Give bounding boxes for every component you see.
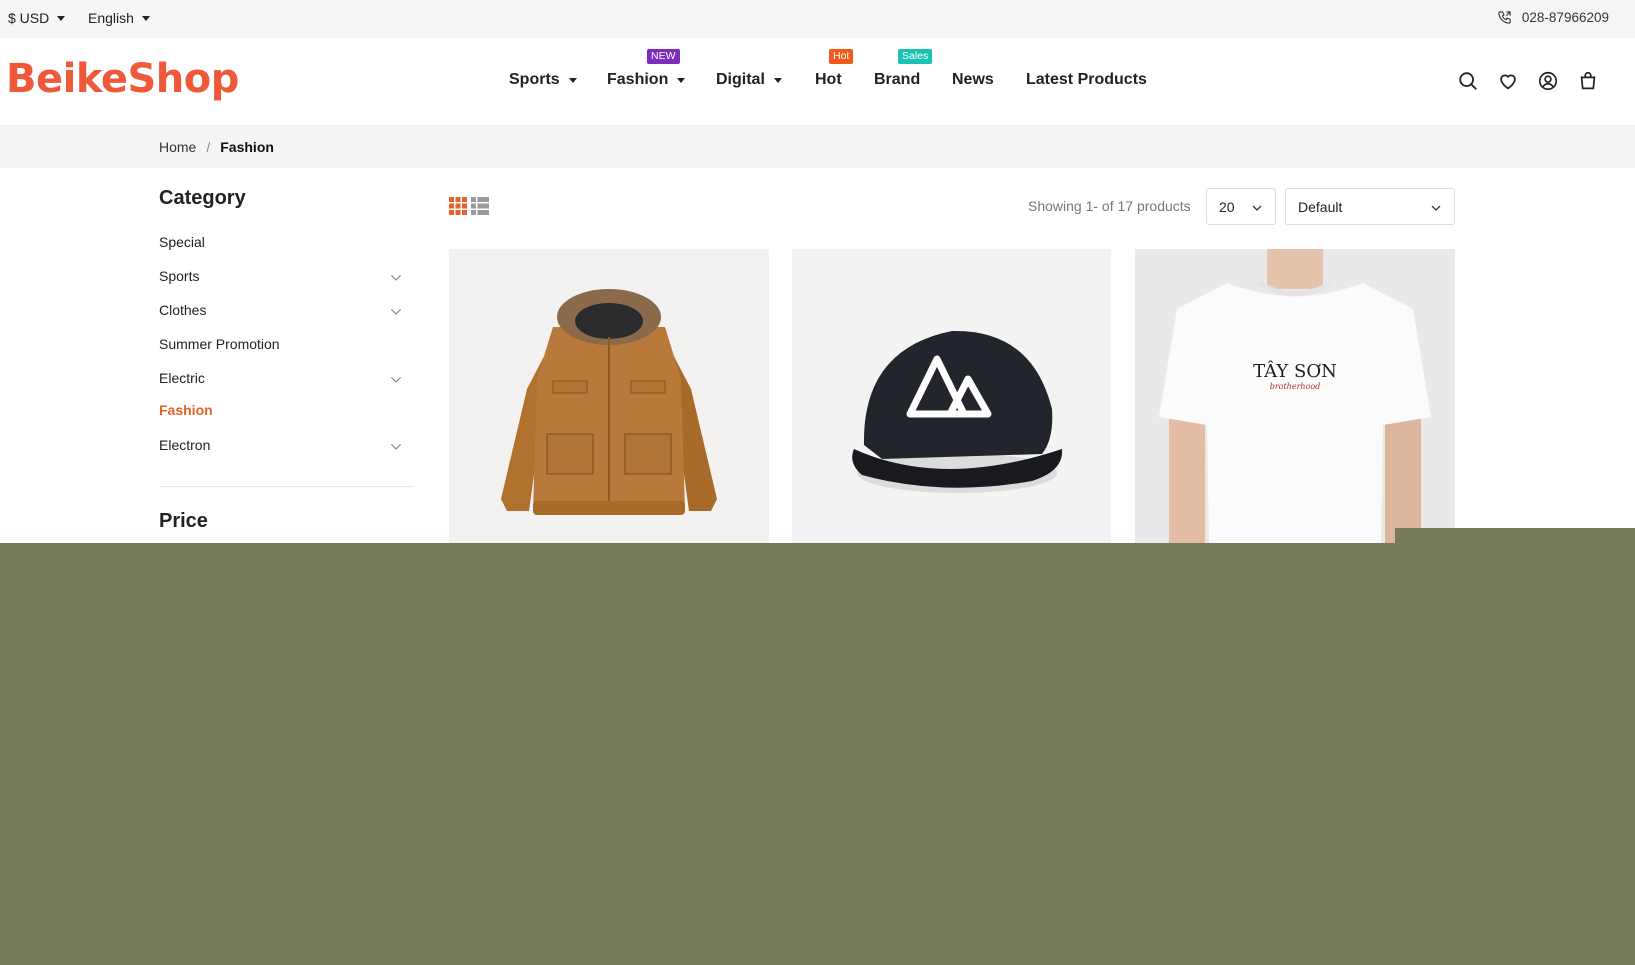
- caret-down-icon: [141, 15, 150, 21]
- breadcrumb-current: Fashion: [220, 139, 274, 155]
- tshirt-product-image: TÂY SƠN brotherhood: [1135, 249, 1455, 543]
- breadcrumb-home[interactable]: Home: [159, 139, 196, 155]
- currency-label: $ USD: [8, 10, 50, 26]
- nav-latest-products[interactable]: Latest Products: [1026, 71, 1147, 89]
- product-card-cap[interactable]: [792, 249, 1111, 543]
- results-count: Showing 1- of 17 products: [1028, 198, 1191, 214]
- cart-icon[interactable]: [1577, 70, 1599, 92]
- tshirt-print-subtext: brotherhood: [1270, 382, 1321, 391]
- nav-label: Digital: [716, 71, 765, 88]
- sidebar-divider: [159, 486, 413, 487]
- category-item-electric[interactable]: Electric: [159, 370, 413, 386]
- category-label: Electric: [159, 370, 205, 386]
- chevron-down-icon[interactable]: [389, 439, 403, 453]
- chevron-down-icon[interactable]: [389, 304, 403, 318]
- chevron-down-icon[interactable]: [389, 270, 403, 284]
- overlay-panel: [0, 543, 1635, 965]
- nav-digital[interactable]: Digital: [716, 71, 782, 89]
- list-view-icon[interactable]: [471, 197, 489, 215]
- language-label: English: [88, 10, 134, 26]
- category-item-sports[interactable]: Sports: [159, 268, 413, 284]
- cap-product-image: [792, 249, 1111, 543]
- per-page-value: 20: [1219, 198, 1235, 215]
- search-icon[interactable]: [1457, 70, 1479, 92]
- heart-icon[interactable]: [1497, 70, 1519, 92]
- category-label: Sports: [159, 268, 200, 284]
- caret-down-icon: [773, 77, 782, 83]
- category-item-summer-promotion[interactable]: Summer Promotion: [159, 336, 413, 352]
- category-title: Category: [159, 187, 246, 209]
- caret-down-icon: [568, 77, 577, 83]
- jacket-product-image: [449, 249, 769, 543]
- new-badge: NEW: [647, 49, 680, 64]
- top-bar: $ USD English 028-87966209: [0, 0, 1635, 38]
- sort-value: Default: [1298, 198, 1343, 215]
- product-card-jacket[interactable]: [449, 249, 769, 543]
- currency-selector[interactable]: $ USD: [8, 10, 66, 26]
- tshirt-print-text: TÂY SƠN: [1253, 359, 1337, 382]
- caret-down-icon: [57, 15, 66, 21]
- caret-down-icon: [677, 77, 686, 83]
- category-item-fashion[interactable]: Fashion: [159, 402, 413, 418]
- breadcrumb: Home / Fashion: [159, 139, 274, 155]
- category-label: Summer Promotion: [159, 336, 280, 352]
- nav-label: Hot: [815, 71, 842, 88]
- category-item-electron[interactable]: Electron: [159, 437, 413, 453]
- category-item-clothes[interactable]: Clothes: [159, 302, 413, 318]
- logo[interactable]: BeikeShop: [6, 56, 239, 102]
- breadcrumb-separator: /: [206, 139, 211, 155]
- category-label: Electron: [159, 437, 211, 453]
- chevron-down-icon: [1431, 205, 1441, 211]
- sales-badge: Sales: [898, 49, 933, 64]
- breadcrumb-bar: Home / Fashion: [0, 126, 1635, 168]
- nav-label: Brand: [874, 71, 921, 88]
- nav-hot[interactable]: Hot Hot: [815, 49, 854, 89]
- category-label: Fashion: [159, 402, 213, 418]
- main-header: BeikeShop Sports NEW Fashion Digital Hot…: [0, 38, 1635, 126]
- category-label: Clothes: [159, 302, 207, 318]
- category-label: Special: [159, 234, 205, 250]
- nav-label: Fashion: [607, 71, 669, 88]
- nav-brand[interactable]: Sales Brand: [874, 49, 933, 89]
- phone-icon: [1498, 11, 1511, 24]
- sort-select[interactable]: Default: [1285, 188, 1455, 225]
- nav-label: News: [952, 71, 994, 88]
- nav-sports[interactable]: Sports: [509, 71, 577, 89]
- category-item-special[interactable]: Special: [159, 234, 413, 250]
- nav-fashion[interactable]: NEW Fashion: [607, 49, 686, 89]
- nav-news[interactable]: News: [952, 71, 994, 89]
- grid-view-icon[interactable]: [449, 197, 467, 215]
- phone-contact[interactable]: 028-87966209: [1497, 10, 1609, 25]
- chevron-down-icon: [1252, 205, 1262, 211]
- price-title: Price: [159, 510, 208, 532]
- chevron-down-icon[interactable]: [389, 372, 403, 386]
- nav-label: Sports: [509, 71, 560, 88]
- language-selector[interactable]: English: [88, 10, 150, 26]
- overlay-tab: [1395, 528, 1635, 544]
- per-page-select[interactable]: 20: [1206, 188, 1276, 225]
- hot-badge: Hot: [829, 49, 854, 64]
- phone-number: 028-87966209: [1521, 10, 1609, 25]
- nav-label: Latest Products: [1026, 71, 1147, 88]
- product-card-tshirt[interactable]: TÂY SƠN brotherhood: [1135, 249, 1455, 543]
- account-icon[interactable]: [1537, 70, 1559, 92]
